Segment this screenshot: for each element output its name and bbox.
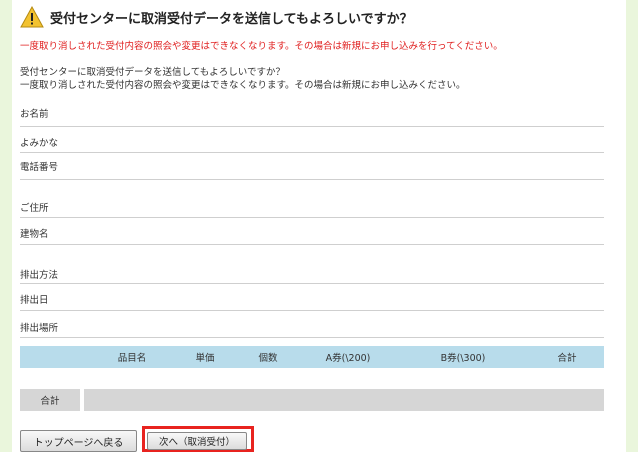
field-label: 排出日 — [20, 295, 49, 306]
field-label: よみかな — [20, 138, 59, 149]
page-header: 受付センターに取消受付データを送信してもよろしいですか？ — [20, 6, 413, 28]
field-reading: よみかな — [20, 127, 604, 153]
back-to-top-button[interactable]: トップページへ戻る — [20, 430, 137, 452]
col-header: A券(\200) — [300, 346, 396, 368]
items-table: 品目名 単価 個数 A券(\200) B券(\300) 合計 — [20, 346, 604, 368]
field-address: ご住所 — [20, 180, 604, 218]
cancellation-warning: 一度取り消しされた受付内容の照会や変更はできなくなります。その場合は新規にお申し… — [20, 41, 503, 52]
items-table-header: 品目名 単価 個数 A券(\200) B券(\300) 合計 — [20, 346, 604, 368]
field-name: お名前 — [20, 102, 604, 127]
field-disposal-date: 排出日 — [20, 284, 604, 311]
field-label: 建物名 — [20, 229, 49, 240]
col-header: B券(\300) — [396, 346, 530, 368]
total-label: 合計 — [40, 396, 60, 407]
field-phone: 電話番号 — [20, 153, 604, 180]
next-cancel-button[interactable]: 次へ（取消受付） — [147, 432, 247, 450]
page-title: 受付センターに取消受付データを送信してもよろしいですか？ — [50, 11, 413, 27]
left-border-panel — [0, 0, 12, 452]
col-header: 品目名 — [90, 346, 174, 368]
total-row: 合計 — [20, 389, 604, 411]
col-header — [20, 346, 90, 368]
field-disposal-method: 排出方法 — [20, 245, 604, 284]
field-label: 電話番号 — [20, 162, 59, 173]
confirm-message: 受付センターに取消受付データを送信してもよろしいですか？ 一度取り消しされた受付… — [20, 66, 466, 92]
field-building: 建物名 — [20, 218, 604, 245]
field-label: 排出場所 — [20, 323, 59, 334]
field-label: 排出方法 — [20, 270, 59, 281]
col-header: 単価 — [174, 346, 236, 368]
right-border-panel — [626, 0, 638, 452]
field-label: ご住所 — [20, 203, 49, 214]
warning-triangle-icon — [20, 6, 44, 28]
reservation-details: お名前 よみかな 電話番号 ご住所 建物名 排出方法 排出日 排出場所 — [20, 102, 604, 338]
col-header: 個数 — [236, 346, 300, 368]
confirm-line-2: 一度取り消しされた受付内容の照会や変更はできなくなります。その場合は新規にお申し… — [20, 80, 466, 91]
divider — [80, 389, 84, 411]
confirm-line-1: 受付センターに取消受付データを送信してもよろしいですか？ — [20, 67, 285, 78]
col-header: 合計 — [530, 346, 604, 368]
field-disposal-place: 排出場所 — [20, 311, 604, 338]
field-label: お名前 — [20, 109, 49, 120]
